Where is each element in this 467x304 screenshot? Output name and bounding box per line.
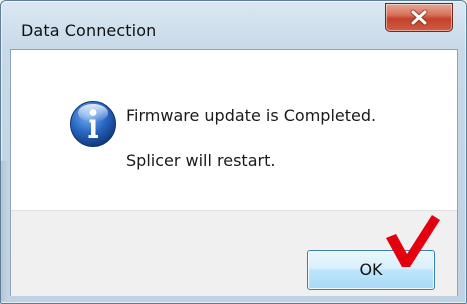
dialog-content: Firmware update is Completed. Splicer wi…: [10, 49, 458, 296]
title-bar: Data Connection: [1, 1, 466, 49]
message-line-1: Firmware update is Completed.: [126, 106, 377, 125]
button-area: OK: [11, 210, 457, 296]
message-line-2: Splicer will restart.: [126, 151, 276, 170]
window-title: Data Connection: [21, 21, 157, 40]
information-icon: [70, 101, 116, 147]
ok-button[interactable]: OK: [307, 250, 435, 290]
close-button[interactable]: [385, 3, 453, 32]
dialog-window: Data Connection Firmware update is Compl…: [0, 0, 467, 304]
window-frame-edge: [1, 161, 10, 301]
close-x-icon: [410, 9, 428, 26]
